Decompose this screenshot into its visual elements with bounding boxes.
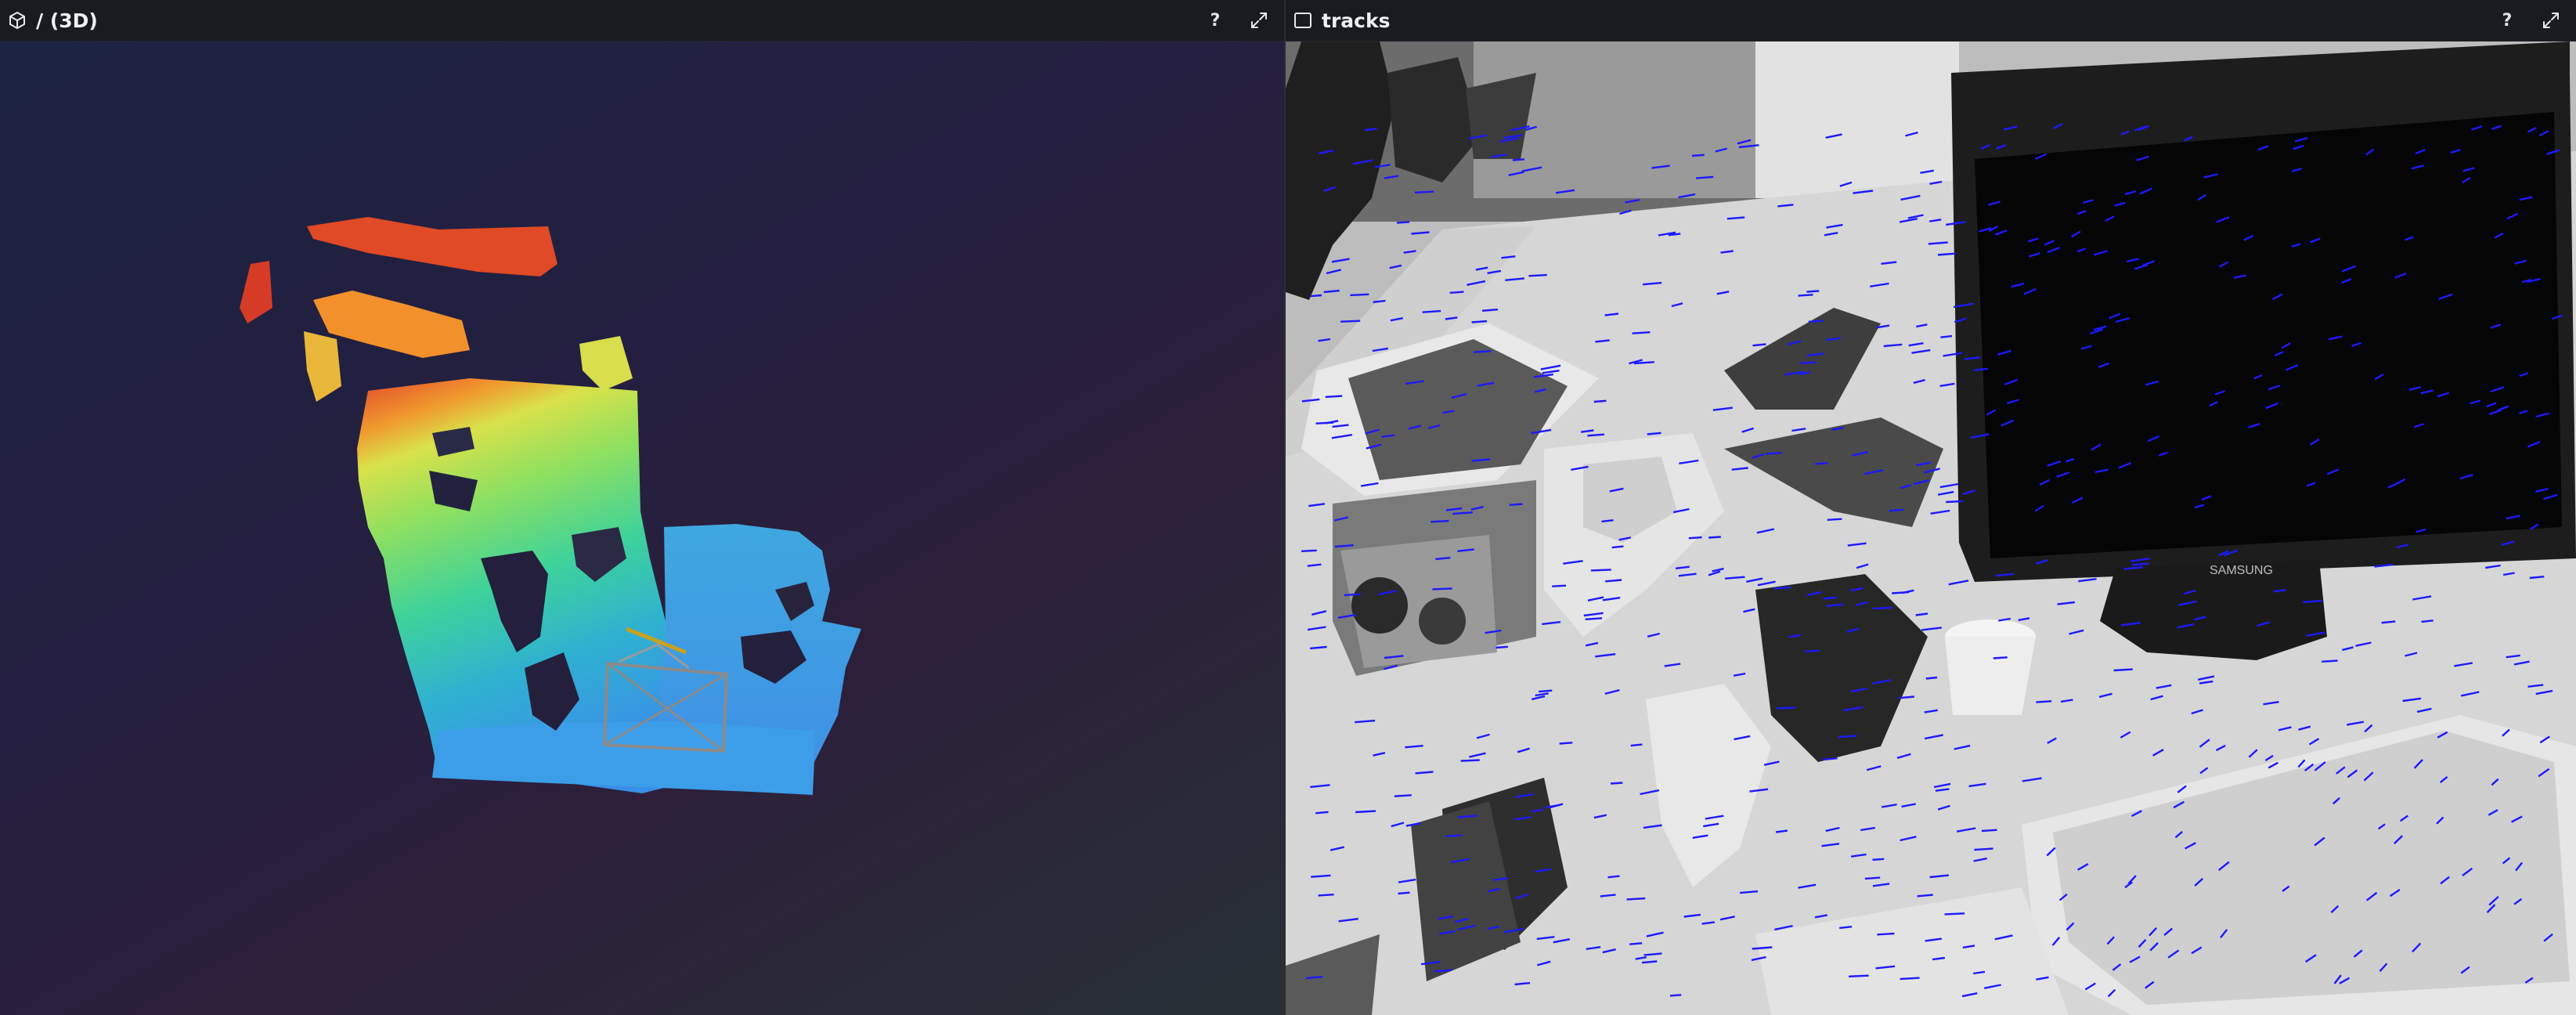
track-segment xyxy=(1344,593,1362,597)
track-segment xyxy=(2322,659,2338,663)
track-segment xyxy=(1872,858,1885,861)
track-segment xyxy=(1315,811,1329,815)
track-segment xyxy=(1495,645,1508,649)
track-segment xyxy=(1647,432,1661,435)
track-segment xyxy=(1838,735,1857,739)
track-segment xyxy=(1777,706,1796,710)
track-segment xyxy=(1981,829,1997,833)
track-segment xyxy=(1398,891,1410,895)
track-segment xyxy=(1432,587,1452,591)
track-segment xyxy=(1528,273,1547,277)
track-segment xyxy=(1481,309,1498,312)
track-segment xyxy=(1864,876,1881,880)
track-segment xyxy=(1798,294,1813,297)
track-segment xyxy=(1641,960,1658,964)
track-segment xyxy=(1626,897,1646,901)
track-segment xyxy=(1325,395,1343,399)
track-segment xyxy=(1944,912,1965,916)
help-button[interactable]: ? xyxy=(1201,6,1229,34)
track-segment xyxy=(1512,158,1524,161)
track-segment xyxy=(1889,508,1904,512)
track-segment xyxy=(1373,299,1386,303)
track-segment xyxy=(1633,361,1654,365)
track-segment xyxy=(1974,847,1993,851)
space-view-2d: tracks ? SAMSUNG xyxy=(1286,0,2576,1015)
track-segment xyxy=(1445,834,1462,837)
track-segment xyxy=(1449,291,1464,294)
track-segment xyxy=(1946,500,1964,504)
track-segment xyxy=(1752,343,1766,347)
track-segment xyxy=(1585,617,1603,620)
expand-icon[interactable] xyxy=(1245,6,1273,34)
track-segment xyxy=(1993,656,2008,659)
panel-header-3d: / (3D) ? xyxy=(0,0,1284,42)
track-segment xyxy=(1773,586,1791,590)
monitor-brand: SAMSUNG xyxy=(2210,564,2273,577)
tracks-viewport[interactable]: SAMSUNG xyxy=(1286,42,2576,1015)
track-segment xyxy=(1806,290,1820,293)
track-segment xyxy=(1900,977,1920,981)
track-segment xyxy=(1310,294,1322,298)
track-segment xyxy=(1839,926,1853,930)
track-segment xyxy=(1611,782,1623,785)
track-segment xyxy=(1808,320,1824,323)
track-segment xyxy=(1827,518,1842,521)
track-segment xyxy=(1340,320,1361,323)
track-segment xyxy=(1364,128,1377,132)
track-segment xyxy=(2381,620,2396,624)
track-segment xyxy=(1473,350,1492,353)
track-segment xyxy=(1601,519,1614,523)
track-segment xyxy=(1804,649,1820,653)
track-segment xyxy=(1708,536,1721,539)
track-segment xyxy=(1587,433,1605,437)
track-segment xyxy=(2421,619,2433,623)
track-segment xyxy=(1350,293,1369,297)
image-view-icon xyxy=(1293,11,1312,30)
track-segment xyxy=(1355,810,1376,814)
track-segment xyxy=(1611,545,1624,549)
panel-header-tracks: tracks ? xyxy=(1286,0,2576,42)
track-segment xyxy=(1539,689,1553,693)
panel-title-3d[interactable]: / (3D) xyxy=(0,9,98,32)
viewer-root: / (3D) ? tracks ? SAMSUNG xyxy=(0,0,2576,1015)
track-segment xyxy=(1925,676,1938,680)
track-segment xyxy=(1590,569,1611,572)
help-button[interactable]: ? xyxy=(2493,6,2521,34)
track-segment xyxy=(1509,503,1523,506)
track-segment xyxy=(1414,190,1434,193)
track-segment xyxy=(1552,584,1567,587)
track-segment xyxy=(1823,596,1838,600)
track-segment xyxy=(1559,742,1573,745)
track-segment xyxy=(2036,700,2052,703)
track-segment xyxy=(1593,399,1607,403)
track-segment xyxy=(1917,894,1933,898)
cube-icon xyxy=(8,11,27,30)
track-segment xyxy=(1691,154,1705,157)
camera-image: SAMSUNG xyxy=(1286,42,2576,1015)
3d-viewport[interactable] xyxy=(0,42,1284,1015)
track-segment xyxy=(1471,320,1488,323)
panel-title-tracks[interactable]: tracks xyxy=(1286,9,1390,32)
track-segment xyxy=(1629,942,1643,945)
track-segment xyxy=(1688,536,1702,540)
track-segment xyxy=(1815,462,1828,465)
track-segment xyxy=(1394,794,1412,797)
space-view-3d: / (3D) ? xyxy=(0,0,1284,1015)
track-segment xyxy=(1460,759,1480,762)
track-segment xyxy=(1940,334,1953,338)
track-segment xyxy=(1318,894,1334,897)
track-segment xyxy=(1849,974,1869,977)
track-segment xyxy=(1630,743,1643,747)
panel-title-text: tracks xyxy=(1322,9,1391,32)
track-segment xyxy=(1607,875,1620,879)
track-segment xyxy=(1632,331,1651,334)
track-segment xyxy=(1422,309,1441,313)
panel-title-text: / (3D) xyxy=(36,9,98,32)
track-segment xyxy=(1726,216,1745,220)
track-segment xyxy=(1431,519,1449,523)
track-segment xyxy=(1872,606,1892,610)
point-cloud xyxy=(240,217,861,795)
expand-icon[interactable] xyxy=(2537,6,2565,34)
